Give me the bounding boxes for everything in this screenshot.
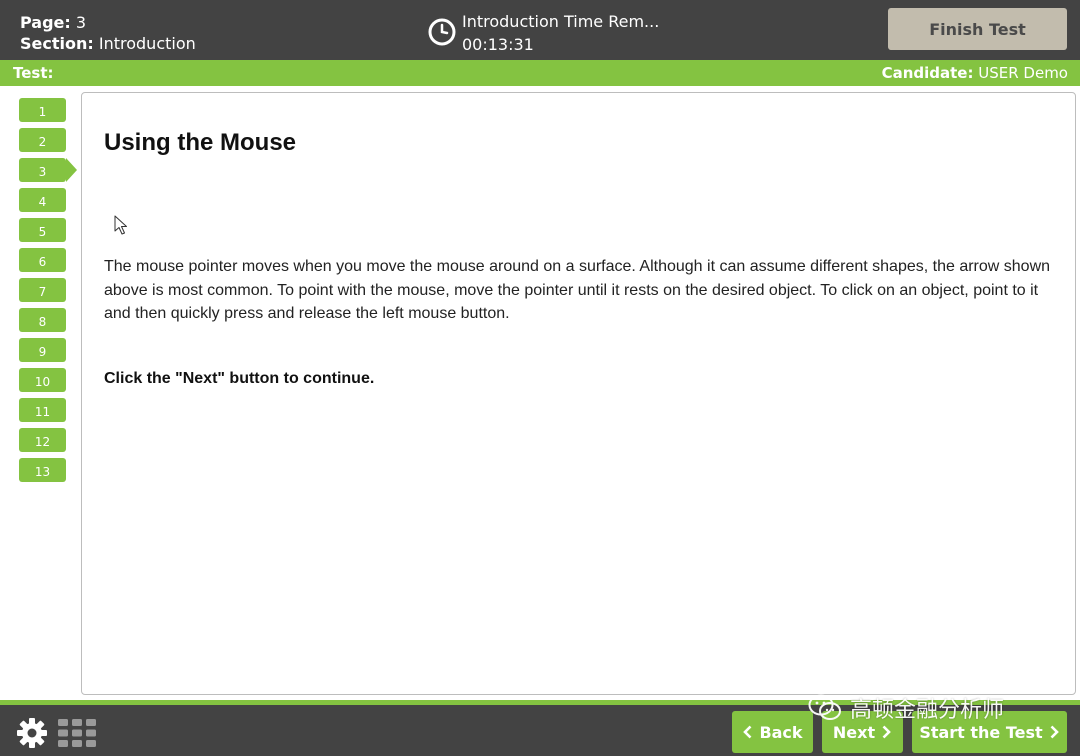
grid-icon[interactable] bbox=[58, 719, 96, 747]
gear-icon[interactable] bbox=[16, 717, 48, 749]
wechat-icon bbox=[808, 694, 841, 720]
nav-item-3[interactable]: 3 bbox=[19, 158, 77, 182]
nav-item-8[interactable]: 8 bbox=[19, 308, 66, 332]
info-bar: Test: Candidate: USER Demo bbox=[0, 60, 1080, 86]
candidate-label: Candidate: bbox=[881, 64, 974, 82]
nav-item-7[interactable]: 7 bbox=[19, 278, 66, 302]
instruction-text: Click the "Next" button to continue. bbox=[104, 370, 375, 387]
nav-item-6[interactable]: 6 bbox=[19, 248, 66, 272]
section-name: Introduction bbox=[98, 34, 196, 53]
chevron-right-icon bbox=[1050, 725, 1059, 739]
nav-item-13[interactable]: 13 bbox=[19, 458, 66, 482]
test-label: Test: bbox=[13, 64, 54, 82]
timer-title: Introduction Time Rem... bbox=[462, 12, 660, 31]
watermark: 高顿金融分析师 bbox=[808, 692, 1004, 724]
nav-item-11[interactable]: 11 bbox=[19, 398, 66, 422]
nav-item-4[interactable]: 4 bbox=[19, 188, 66, 212]
page-title: Using the Mouse bbox=[104, 129, 297, 156]
back-button[interactable]: Back bbox=[732, 711, 813, 753]
clock-icon bbox=[428, 18, 456, 46]
nav-item-10[interactable]: 10 bbox=[19, 368, 66, 392]
nav-item-2[interactable]: 2 bbox=[19, 128, 66, 152]
page-info: Page: 3 Section: Introduction bbox=[20, 12, 196, 54]
body-paragraph: The mouse pointer moves when you move th… bbox=[104, 258, 1051, 322]
section-label: Section: bbox=[20, 34, 94, 53]
back-label: Back bbox=[759, 722, 803, 742]
start-label: Start the Test bbox=[919, 722, 1043, 742]
content-panel: Using the Mouse The mouse pointer moves … bbox=[81, 92, 1076, 695]
chevron-left-icon bbox=[743, 725, 752, 739]
nav-item-12[interactable]: 12 bbox=[19, 428, 66, 452]
nav-item-1[interactable]: 1 bbox=[19, 98, 66, 122]
finish-test-button[interactable]: Finish Test bbox=[888, 8, 1067, 50]
pointer-icon bbox=[114, 215, 127, 235]
next-label: Next bbox=[832, 722, 876, 742]
nav-item-9[interactable]: 9 bbox=[19, 338, 66, 362]
nav-item-5[interactable]: 5 bbox=[19, 218, 66, 242]
watermark-text: 高顿金融分析师 bbox=[850, 698, 1005, 723]
candidate-name: USER Demo bbox=[978, 64, 1068, 82]
top-header: Page: 3 Section: Introduction Introducti… bbox=[0, 0, 1080, 60]
page-label: Page: bbox=[20, 13, 71, 32]
time-remaining: Introduction Time Rem... 00:13:31 bbox=[428, 10, 659, 56]
candidate-info: Candidate: USER Demo bbox=[882, 64, 1068, 82]
page-number: 3 bbox=[75, 13, 87, 32]
timer-value: 00:13:31 bbox=[462, 35, 534, 54]
chevron-right-icon bbox=[882, 725, 891, 739]
